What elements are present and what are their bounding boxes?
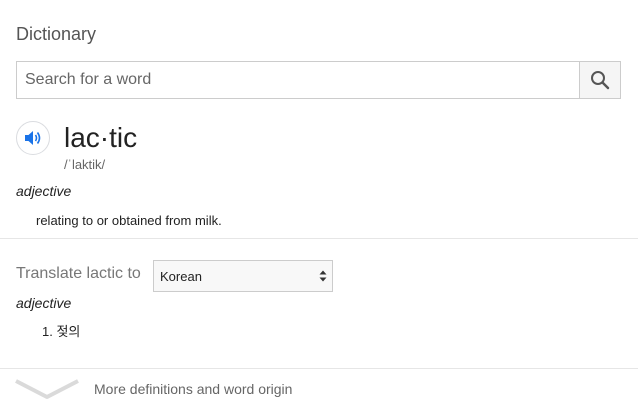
chevron-down-icon — [15, 379, 79, 399]
speaker-icon — [25, 131, 41, 145]
search-input[interactable] — [17, 62, 579, 98]
search-icon — [591, 71, 610, 90]
more-definitions-label: More definitions and word origin — [94, 381, 293, 397]
search-box — [16, 61, 621, 99]
divider — [0, 238, 638, 239]
search-button[interactable] — [579, 62, 620, 98]
dictionary-card: Dictionary lac·tic /ˈlaktik/ adjective r… — [0, 0, 638, 409]
more-definitions-button[interactable]: More definitions and word origin — [0, 369, 638, 409]
translation-item: 1. 젖의 — [42, 324, 81, 339]
translate-label: Translate lactic to — [16, 265, 141, 282]
language-select[interactable]: Korean — [153, 260, 333, 292]
card-title: Dictionary — [16, 24, 97, 44]
part-of-speech: adjective — [16, 183, 72, 199]
language-select-value: Korean — [160, 268, 202, 284]
phonetic-spelling: /ˈlaktik/ — [64, 157, 106, 172]
translation-part-of-speech: adjective — [16, 295, 72, 311]
select-arrows-icon — [319, 270, 327, 282]
definition-text: relating to or obtained from milk. — [36, 213, 222, 228]
headword: lac·tic — [64, 122, 138, 153]
pronounce-button[interactable] — [16, 121, 50, 155]
